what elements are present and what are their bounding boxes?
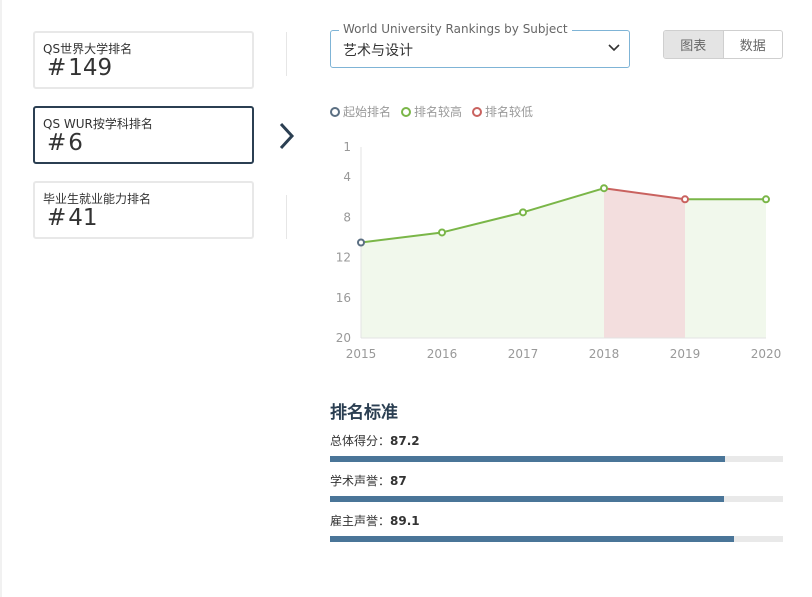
score-bar-fill	[330, 496, 725, 502]
criteria-row-employer: 雇主声誉：89.1	[330, 512, 783, 542]
hash-symbol: #	[47, 55, 67, 81]
rank-number: 41	[68, 205, 98, 231]
legend-label: 排名较低	[485, 105, 534, 119]
subject-select[interactable]: World University Rankings by Subject 艺术与…	[330, 22, 630, 68]
subject-select-value: 艺术与设计	[343, 43, 413, 59]
area-segment	[361, 232, 442, 338]
y-tick-label: 20	[336, 331, 351, 345]
data-point	[762, 195, 770, 204]
score-bar-fill	[330, 456, 726, 462]
rank-card-value: #41	[47, 205, 98, 231]
y-tick-label: 16	[336, 291, 351, 305]
chevron-down-icon	[608, 44, 620, 52]
legend-marker	[330, 106, 340, 117]
subject-select-legend: World University Rankings by Subject	[339, 22, 572, 36]
rank-card-value: #149	[47, 55, 112, 81]
criteria-name: 总体得分：	[330, 434, 391, 448]
x-tick-label: 2017	[508, 347, 539, 361]
hash-symbol: #	[47, 205, 67, 231]
chevron-right-icon	[279, 122, 295, 150]
legend-label: 排名较高	[414, 105, 463, 119]
criteria-score: 87.2	[390, 434, 420, 448]
legend-item-lower: 排名较低	[472, 103, 533, 120]
criteria-row-academic: 学术声誉：87	[330, 472, 783, 502]
x-tick-label: 2020	[751, 347, 782, 361]
x-tick-label: 2015	[346, 347, 377, 361]
area-segment	[523, 188, 604, 338]
area-segment	[442, 212, 523, 338]
x-tick-label: 2018	[589, 347, 620, 361]
data-point	[519, 208, 527, 217]
left-border	[0, 0, 2, 597]
criteria-score: 89.1	[390, 514, 420, 528]
legend-marker	[401, 106, 412, 117]
data-point	[357, 238, 365, 247]
separator-line	[286, 195, 287, 239]
legend-item-higher: 排名较高	[401, 103, 462, 120]
rank-number: 149	[68, 55, 113, 81]
data-point	[681, 195, 689, 204]
criteria-title: 排名标准	[330, 403, 398, 423]
chart-legend: 起始排名 排名较高 排名较低	[330, 103, 533, 120]
chart-view-button[interactable]: 图表	[664, 31, 724, 58]
y-tick-label: 4	[343, 170, 351, 184]
legend-item-start: 起始排名	[330, 103, 391, 120]
legend-marker	[472, 106, 483, 117]
criteria-label: 学术声誉：87	[330, 472, 783, 488]
score-bar	[330, 496, 783, 502]
separator-line	[286, 32, 287, 76]
score-bar	[330, 456, 783, 462]
rank-number: 6	[68, 130, 83, 156]
criteria-name: 学术声誉：	[330, 474, 391, 488]
rank-card-subject[interactable]: QS WUR按学科排名 #6	[33, 106, 254, 164]
data-point	[438, 228, 446, 237]
rank-card-value: #6	[47, 130, 83, 156]
x-tick-label: 2016	[427, 347, 458, 361]
x-tick-label: 2019	[670, 347, 701, 361]
criteria-name: 雇主声誉：	[330, 514, 391, 528]
y-tick-label: 12	[336, 251, 351, 265]
rank-card-employability[interactable]: 毕业生就业能力排名 #41	[33, 181, 254, 239]
rank-card-world[interactable]: QS世界大学排名 #149	[33, 31, 254, 89]
criteria-score: 87	[390, 474, 407, 488]
rank-history-chart: 1 4 8 12 16 20 2015 2016 2017 2018 2019 2020	[336, 140, 782, 361]
area-segment	[604, 188, 685, 338]
y-tick-label: 8	[343, 210, 351, 224]
y-tick-label: 1	[343, 140, 351, 154]
criteria-label: 总体得分：87.2	[330, 432, 783, 448]
criteria-row-overall: 总体得分：87.2	[330, 432, 783, 462]
area-segment	[685, 199, 766, 338]
data-view-button[interactable]: 数据	[724, 31, 783, 58]
criteria-label: 雇主声誉：89.1	[330, 512, 783, 528]
score-bar	[330, 536, 783, 542]
legend-label: 起始排名	[343, 105, 392, 119]
hash-symbol: #	[47, 130, 67, 156]
data-point	[600, 184, 608, 193]
score-bar-fill	[330, 536, 734, 542]
view-toggle: 图表 数据	[663, 30, 783, 59]
